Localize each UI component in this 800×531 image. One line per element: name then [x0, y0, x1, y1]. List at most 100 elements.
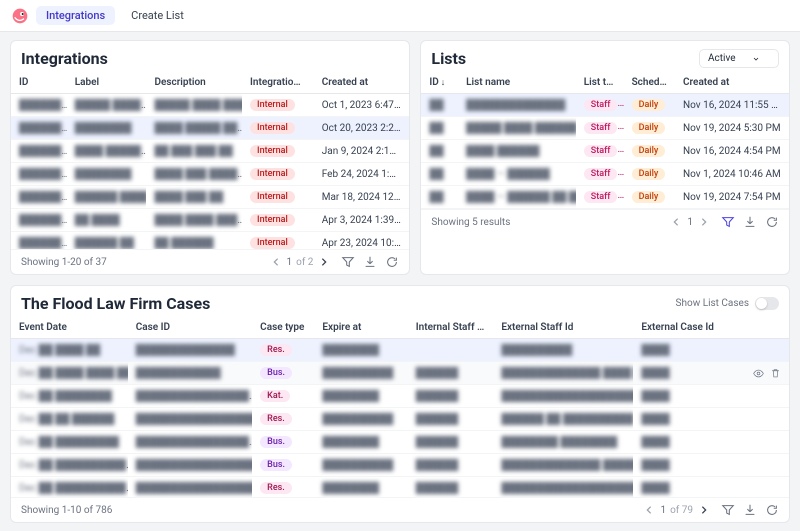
- column-header[interactable]: Created at: [314, 72, 410, 94]
- cell-extstaff: ██████████████ ████ ██: [501, 368, 633, 379]
- cell-intstaff: ██████: [416, 391, 459, 402]
- table-row[interactable]: ██████ ████████ ████ ███ ████ Internal F…: [11, 163, 409, 186]
- cell-id: ██████: [19, 146, 62, 157]
- table-row[interactable]: ██ ██████████████ Staff Daily Nov 16, 20…: [421, 94, 789, 117]
- column-header[interactable]: External Staff Id: [493, 317, 633, 339]
- table-row[interactable]: Dec ██ ████ ████ ██ ████████████ Bus. ██…: [11, 362, 789, 385]
- refresh-icon[interactable]: [765, 503, 779, 517]
- cell-extcase: ████: [641, 345, 669, 356]
- cell-actions: [742, 362, 789, 385]
- filter-icon[interactable]: [721, 215, 735, 229]
- cell-extstaff: ████████████████████: [501, 483, 633, 494]
- cell-id: ██: [429, 146, 443, 157]
- badge-case-type: Res.: [260, 413, 292, 425]
- cases-pager: 1 of 79: [642, 503, 711, 517]
- table-row[interactable]: ██████ ██████ ████ ████ ███ ██ Internal …: [11, 186, 409, 209]
- cell-expire: ████████: [322, 483, 379, 494]
- cell-created: Nov 16, 2024 11:55 PM: [675, 94, 789, 117]
- badge-list-type: Staff: [584, 122, 618, 134]
- table-row[interactable]: Dec ██ ██████████ ██████████████████ Bus…: [11, 454, 789, 477]
- pager-prev[interactable]: [269, 255, 283, 269]
- refresh-icon[interactable]: [765, 215, 779, 229]
- cell-intstaff: ██████: [416, 460, 459, 471]
- cell-desc: ██ ███ ███ ██: [154, 146, 232, 157]
- cell-caseid: ██████████████████: [136, 414, 252, 425]
- topbar: Integrations Create List: [0, 0, 800, 32]
- lists-filter-select[interactable]: Active: [699, 49, 779, 68]
- download-icon[interactable]: [743, 215, 757, 229]
- column-header[interactable]: Event Date: [11, 317, 128, 339]
- table-row[interactable]: ██ █████ ████ ██████ Staff Daily Nov 19,…: [421, 117, 789, 140]
- column-header[interactable]: [742, 317, 789, 339]
- column-header[interactable]: Integration type: [242, 72, 314, 94]
- cell-id: ██████: [19, 192, 62, 203]
- badge-schedule: Daily: [632, 168, 666, 180]
- column-header[interactable]: Expire at: [314, 317, 407, 339]
- table-row[interactable]: Dec ██ ████ ██ ██████████████ Res. █████…: [11, 339, 789, 362]
- eye-icon[interactable]: [753, 368, 764, 379]
- column-header[interactable]: ID: [11, 72, 67, 94]
- column-header[interactable]: Description: [146, 72, 242, 94]
- table-row[interactable]: ██ ████ — ██████ Staff Daily Nov 1, 2024…: [421, 163, 789, 186]
- table-row[interactable]: ██████ █████ ████ █████ ████ ████ Intern…: [11, 94, 409, 117]
- show-list-cases-toggle[interactable]: [755, 297, 779, 310]
- cell-created: Apr 3, 2024 1:39 …: [314, 209, 410, 232]
- column-header[interactable]: Schedule: [624, 72, 675, 94]
- column-header[interactable]: External Case Id: [633, 317, 742, 339]
- column-header[interactable]: List type: [576, 72, 624, 94]
- table-row[interactable]: ██████ ██ ████ ████ ████ ███ Internal Ap…: [11, 209, 409, 232]
- cell-extstaff: ██████████: [501, 345, 572, 356]
- cell-expire: ██████████: [322, 368, 393, 379]
- cell-listname: ████ — ██████: [466, 169, 550, 180]
- table-row[interactable]: Dec ██ ████████ ████████████████ Kat. ██…: [11, 385, 789, 408]
- cell-desc: ████ ███ ██: [154, 192, 223, 203]
- cell-label: ████ █████: [75, 146, 141, 157]
- cell-event: Dec ██ ██████████: [19, 483, 126, 494]
- download-icon[interactable]: [363, 255, 377, 269]
- cell-actions: [742, 408, 789, 431]
- chevron-down-icon: [752, 55, 760, 63]
- cell-extcase: ████: [641, 460, 669, 471]
- table-row[interactable]: ██████ ████████ ████ █████ ██ Internal O…: [11, 117, 409, 140]
- column-header[interactable]: Case type: [252, 317, 314, 339]
- tab-integrations[interactable]: Integrations: [36, 6, 115, 25]
- badge-list-type: Staff: [584, 99, 618, 111]
- table-row[interactable]: ██ ████ ██████ Staff Daily Nov 16, 2024 …: [421, 140, 789, 163]
- pager-next[interactable]: [697, 215, 711, 229]
- pager-next[interactable]: [317, 255, 331, 269]
- cell-expire: ██████████: [322, 460, 393, 471]
- trash-icon[interactable]: [770, 368, 781, 379]
- column-header[interactable]: Internal Staff Id: [408, 317, 494, 339]
- badge-case-type: Bus.: [260, 436, 292, 448]
- toggle-label: Show List Cases: [676, 298, 749, 309]
- column-header[interactable]: List name: [458, 72, 576, 94]
- download-icon[interactable]: [743, 503, 757, 517]
- badge-schedule: Daily: [632, 99, 666, 111]
- table-row[interactable]: Dec ██ █████████ ████████████████ Bus. █…: [11, 431, 789, 454]
- cell-listname: ████ ██████: [466, 146, 539, 157]
- table-row[interactable]: Dec ██ ██ ██████ ██████████████████ Res.…: [11, 408, 789, 431]
- column-header[interactable]: Label: [67, 72, 147, 94]
- tab-create-list[interactable]: Create List: [121, 6, 194, 25]
- column-header[interactable]: Created at: [675, 72, 789, 94]
- cell-caseid: ████████████████: [136, 391, 249, 402]
- cell-expire: ████████: [322, 437, 379, 448]
- column-header[interactable]: Case ID: [128, 317, 252, 339]
- pager-page: 1: [687, 217, 693, 228]
- badge-case-type: Res.: [260, 344, 292, 356]
- cell-created: Mar 18, 2024 12:…: [314, 186, 410, 209]
- refresh-icon[interactable]: [385, 255, 399, 269]
- table-row[interactable]: ██████ ████ █████ ██ ███ ███ ██ Internal…: [11, 140, 409, 163]
- pager-prev[interactable]: [642, 503, 656, 517]
- filter-icon[interactable]: [721, 503, 735, 517]
- table-row[interactable]: ██ ████ — ██████ ██ ██ Staff Daily Nov 1…: [421, 186, 789, 209]
- cell-label: ██ ████: [75, 215, 120, 226]
- table-row[interactable]: ██████ ██████ ██ ██ ██████ Internal Apr …: [11, 232, 409, 250]
- filter-icon[interactable]: [341, 255, 355, 269]
- pager-next[interactable]: [697, 503, 711, 517]
- table-row[interactable]: Dec ██ ██████████ ██████████████████ Res…: [11, 477, 789, 498]
- cell-id: ██████: [19, 238, 62, 249]
- pager-prev[interactable]: [669, 215, 683, 229]
- cell-extcase: ████: [641, 483, 669, 494]
- column-header[interactable]: ID↓: [421, 72, 458, 94]
